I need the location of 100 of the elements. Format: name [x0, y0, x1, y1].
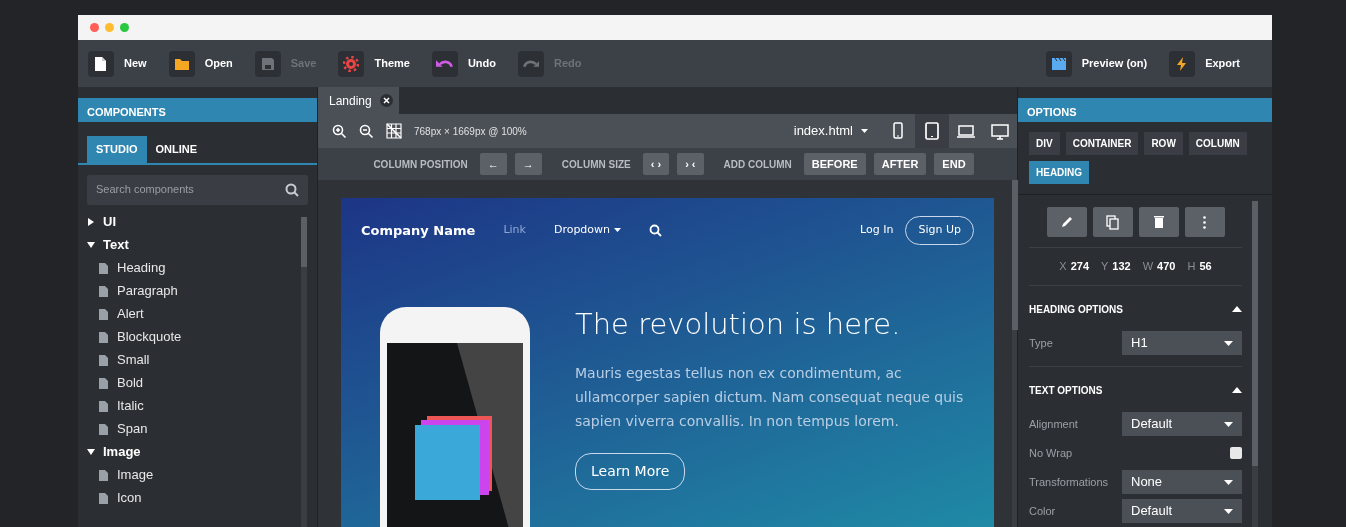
clapperboard-icon — [1050, 55, 1067, 72]
select-field[interactable]: Default — [1122, 412, 1242, 436]
geometry-label: Y — [1101, 260, 1109, 272]
caret-down-icon — [614, 228, 622, 233]
select-field[interactable]: None — [1122, 470, 1242, 494]
select-field[interactable]: Default — [1122, 499, 1242, 523]
toolbar-button[interactable]: Undo — [431, 50, 497, 77]
checkbox[interactable] — [1230, 447, 1242, 459]
caret-down-icon — [1224, 479, 1233, 485]
select-field[interactable]: H1 — [1122, 331, 1242, 355]
window-control-dot[interactable] — [120, 23, 129, 32]
action-button[interactable] — [1046, 207, 1087, 237]
document-icon — [99, 331, 108, 343]
redo-arrow-icon — [522, 58, 540, 69]
toolbar-button[interactable]: Preview (on) — [1045, 50, 1148, 77]
geometry-label: H — [1187, 260, 1196, 272]
toolbar-label: ADD COLUMN — [723, 157, 792, 172]
resize-button[interactable]: ‹ › — [642, 152, 670, 176]
scrollbar[interactable] — [1252, 201, 1258, 527]
laptop-icon — [956, 122, 976, 140]
document-icon — [99, 492, 108, 504]
toolbar-button[interactable]: Theme — [338, 50, 410, 77]
breadcrumb-button[interactable]: HEADING — [1029, 161, 1090, 184]
zoom-in-icon[interactable] — [332, 123, 347, 139]
tree-item[interactable]: Bold — [87, 371, 301, 395]
scrollbar[interactable] — [301, 216, 307, 527]
toolbar-button[interactable]: Open — [168, 50, 233, 77]
geometry-value: 132 — [1112, 260, 1131, 272]
toolbar-button[interactable]: New — [88, 50, 147, 77]
field-label: Color — [1029, 503, 1056, 519]
search-icon[interactable] — [285, 182, 299, 197]
collapse-icon[interactable] — [1232, 387, 1242, 393]
section-title: TEXT OPTIONS — [1029, 383, 1103, 398]
field-label: Type — [1029, 335, 1053, 351]
move-button[interactable]: ← — [479, 152, 507, 176]
action-button[interactable] — [1138, 207, 1179, 237]
file-icon — [93, 55, 109, 72]
add-column-button[interactable]: BEFORE — [803, 152, 866, 176]
editor-tab[interactable]: Landing — [318, 87, 399, 114]
tree-item[interactable]: Blockquote — [87, 325, 301, 349]
learn-more-button[interactable]: Learn More — [575, 453, 686, 491]
document-icon — [99, 354, 108, 366]
breadcrumb-button[interactable]: COLUMN — [1188, 132, 1247, 155]
toolbar-label: COLUMN SIZE — [561, 157, 631, 172]
document-icon — [99, 423, 108, 435]
login-link[interactable]: Log In — [860, 222, 894, 239]
nav-link[interactable]: Dropdown — [553, 222, 622, 239]
tablet-icon — [922, 122, 942, 140]
search-field[interactable]: Search components — [87, 174, 308, 205]
breadcrumb-button[interactable]: ROW — [1144, 132, 1183, 155]
caret-down-icon — [1224, 508, 1233, 514]
panel-tab[interactable]: STUDIO — [87, 136, 147, 163]
tree-item[interactable]: Small — [87, 348, 301, 372]
tree-item[interactable]: Icon — [87, 486, 301, 510]
hero-text: Mauris egestas tellus non ex condimentum, ac ullamcorper sapien dictum. Nam consequat neque quis sapien viverra convallis. In non tempus lorem. — [575, 364, 965, 432]
scrollbar[interactable] — [1012, 180, 1017, 527]
device-button[interactable] — [915, 114, 949, 148]
breadcrumb-button[interactable]: CONTAINER — [1065, 132, 1139, 155]
nav-link[interactable]: Link — [503, 222, 526, 239]
toolbar-label: COLUMN POSITION — [373, 157, 468, 172]
undo-arrow-icon — [436, 58, 454, 69]
tree-item[interactable]: Heading — [87, 256, 301, 280]
search-icon[interactable] — [649, 223, 663, 237]
tree-group[interactable]: Text — [87, 233, 301, 257]
caret-down-icon — [87, 448, 95, 456]
resize-button[interactable]: › ‹ — [677, 152, 704, 176]
gear-icon — [343, 55, 360, 72]
action-button[interactable] — [1092, 207, 1133, 237]
monitor-icon — [990, 122, 1010, 140]
tree-item[interactable]: Image — [87, 463, 301, 487]
add-column-button[interactable]: END — [934, 152, 974, 176]
panel-header: COMPONENTS — [78, 98, 317, 122]
brand-name[interactable]: Company Name — [361, 220, 476, 240]
tree-group[interactable]: Image — [87, 440, 301, 464]
field-label: Alignment — [1029, 416, 1078, 432]
window-control-dot[interactable] — [90, 23, 99, 32]
field-label: Transformations — [1029, 474, 1109, 490]
caret-down-icon — [861, 129, 868, 133]
toolbar-button[interactable]: Export — [1169, 50, 1240, 77]
add-column-button[interactable]: AFTER — [873, 152, 927, 176]
canvas-size-label: 768px × 1669px @ 100% — [414, 124, 527, 139]
file-dropdown[interactable]: index.html — [792, 120, 869, 142]
window-control-dot[interactable] — [105, 23, 114, 32]
tree-item[interactable]: Alert — [87, 302, 301, 326]
tree-item[interactable]: Italic — [87, 394, 301, 418]
breadcrumb-button[interactable]: DIV — [1029, 132, 1060, 155]
caret-down-icon — [87, 241, 95, 249]
tree-group[interactable]: UI — [87, 210, 301, 234]
tree-item[interactable]: Paragraph — [87, 279, 301, 303]
tree-item[interactable]: Span — [87, 417, 301, 441]
collapse-icon[interactable] — [1232, 306, 1242, 312]
copy-icon — [1104, 214, 1121, 230]
zoom-out-icon[interactable] — [359, 123, 374, 139]
grid-off-icon[interactable] — [386, 123, 402, 139]
document-icon — [99, 469, 108, 481]
move-button[interactable]: → — [514, 152, 542, 176]
panel-tab[interactable]: ONLINE — [146, 136, 207, 163]
close-icon[interactable] — [379, 94, 393, 107]
document-icon — [99, 308, 108, 320]
document-icon — [99, 285, 108, 297]
